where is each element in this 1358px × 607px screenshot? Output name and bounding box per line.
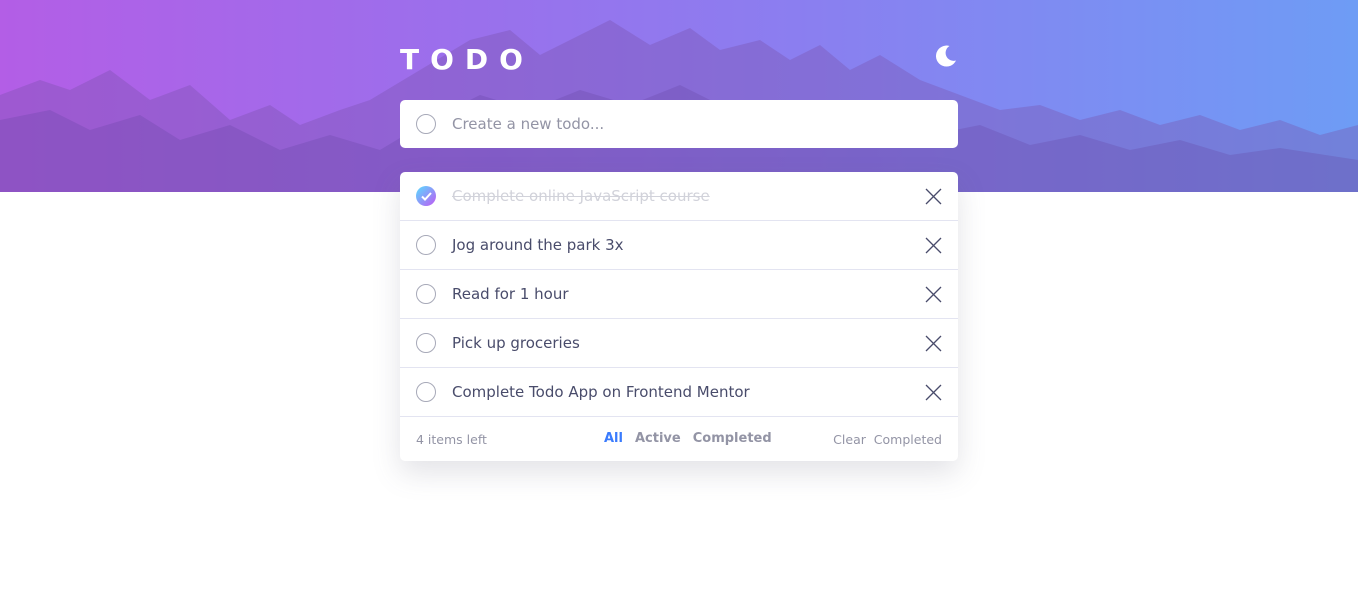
todo-checkbox[interactable] [416,333,436,353]
header: TODO [400,40,958,80]
todo-checkbox[interactable] [416,284,436,304]
todo-checkbox-checked[interactable] [416,186,436,206]
close-icon[interactable] [925,237,942,254]
todo-item: Jog around the park 3x [400,221,958,270]
close-icon[interactable] [925,335,942,352]
items-left-count: 4 items left [416,432,487,447]
todo-list: Complete online JavaScript course Jog ar… [400,172,958,461]
app-title: TODO [400,43,534,76]
todo-footer: 4 items left All Active Completed Clear … [400,417,958,461]
close-icon[interactable] [925,384,942,401]
todo-text: Complete Todo App on Frontend Mentor [452,383,750,401]
todo-item: Complete Todo App on Frontend Mentor [400,368,958,417]
filter-active[interactable]: Active [635,431,681,446]
todo-item: Complete online JavaScript course [400,172,958,221]
todo-item: Pick up groceries [400,319,958,368]
new-todo-input[interactable] [452,115,922,133]
check-icon [420,191,432,201]
close-icon[interactable] [925,286,942,303]
new-todo-check-circle[interactable] [416,114,436,134]
close-icon[interactable] [925,188,942,205]
todo-checkbox[interactable] [416,235,436,255]
filter-completed[interactable]: Completed [693,431,772,446]
moon-icon[interactable] [932,43,958,69]
header-background [0,0,1358,192]
todo-text: Read for 1 hour [452,285,569,303]
new-todo-form [400,100,958,148]
filter-tabs: All Active Completed [604,431,772,446]
todo-text: Jog around the park 3x [452,236,624,254]
clear-completed-button[interactable]: Clear Completed [833,432,942,447]
filter-all[interactable]: All [604,431,623,446]
todo-checkbox[interactable] [416,382,436,402]
todo-text: Complete online JavaScript course [452,187,710,205]
todo-item: Read for 1 hour [400,270,958,319]
todo-text: Pick up groceries [452,334,580,352]
mountain-image [0,20,1358,192]
